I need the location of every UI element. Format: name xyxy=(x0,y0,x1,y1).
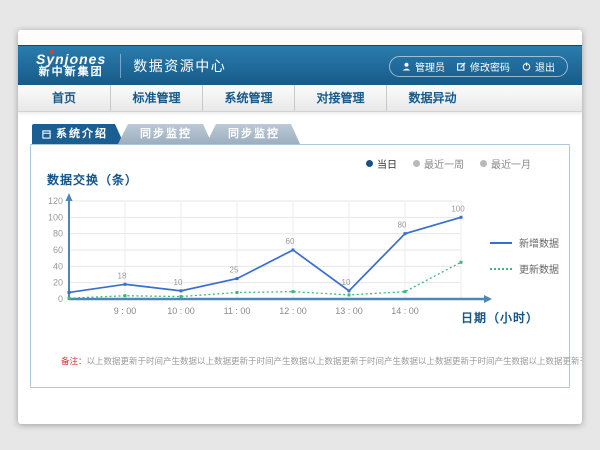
app-window: Synjones 新中新集团 数据资源中心 管理员 修改密码 退出 首页标准管理… xyxy=(18,30,582,424)
current-user-label: 管理员 xyxy=(415,59,445,74)
change-password-button[interactable]: 修改密码 xyxy=(457,59,510,74)
app-header: Synjones 新中新集团 数据资源中心 管理员 修改密码 退出 xyxy=(18,45,582,85)
legend-line-sample xyxy=(490,268,512,270)
svg-text:100: 100 xyxy=(48,212,63,222)
svg-text:12 : 00: 12 : 00 xyxy=(279,306,307,316)
svg-text:10 : 00: 10 : 00 xyxy=(167,306,195,316)
tab-2[interactable]: 同步监控 xyxy=(206,124,300,144)
footnote-label: 备注： xyxy=(61,356,87,366)
svg-text:0: 0 xyxy=(58,294,63,304)
logo-text-cn: 新中新集团 xyxy=(36,67,106,79)
logout-label: 退出 xyxy=(535,59,555,74)
filter-当日[interactable]: 当日 xyxy=(366,156,397,171)
legend-label: 更新数据 xyxy=(519,261,559,276)
tab-label: 系统介绍 xyxy=(56,124,108,144)
svg-text:25: 25 xyxy=(230,266,239,275)
nav-item-对接管理[interactable]: 对接管理 xyxy=(294,85,386,111)
svg-text:11 : 00: 11 : 00 xyxy=(224,306,251,316)
company-logo: Synjones 新中新集团 xyxy=(36,52,106,78)
svg-text:9 : 00: 9 : 00 xyxy=(114,306,137,316)
legend-entry-新增数据: 新增数据 xyxy=(490,235,559,250)
svg-text:20: 20 xyxy=(53,278,63,288)
svg-text:14 : 00: 14 : 00 xyxy=(391,306,419,316)
user-icon xyxy=(402,62,411,71)
date-range-filters: 当日 最近一周 最近一月 xyxy=(366,156,531,171)
logo-text-en: Synjones xyxy=(36,52,106,67)
svg-text:10: 10 xyxy=(342,278,351,287)
footnote: 备注：以上数据更新于时间产生数据以上数据更新于时间产生数据以上数据更新于时间产生… xyxy=(61,355,553,367)
current-user[interactable]: 管理员 xyxy=(402,59,445,74)
radio-dot-icon xyxy=(413,160,420,167)
tab-0[interactable]: 系统介绍 xyxy=(32,124,124,144)
filter-label: 当日 xyxy=(377,156,397,171)
svg-text:80: 80 xyxy=(398,221,407,230)
svg-text:80: 80 xyxy=(53,229,63,239)
svg-text:60: 60 xyxy=(286,237,295,246)
legend-label: 新增数据 xyxy=(519,235,559,250)
tab-1[interactable]: 同步监控 xyxy=(118,124,212,144)
svg-text:18: 18 xyxy=(118,271,127,280)
filter-label: 最近一周 xyxy=(424,156,464,171)
chart-x-axis-title: 日期（小时） xyxy=(461,309,539,326)
footnote-text: 以上数据更新于时间产生数据以上数据更新于时间产生数据以上数据更新于时间产生数据以… xyxy=(87,356,582,366)
nav-item-标准管理[interactable]: 标准管理 xyxy=(110,85,202,111)
chart-legend: 新增数据更新数据 xyxy=(490,235,559,276)
change-password-label: 修改密码 xyxy=(470,59,510,74)
edit-icon xyxy=(457,62,466,71)
main-nav: 首页标准管理系统管理对接管理数据异动 xyxy=(18,85,582,112)
filter-最近一周[interactable]: 最近一周 xyxy=(413,156,464,171)
user-toolbar: 管理员 修改密码 退出 xyxy=(389,56,568,77)
top-strip xyxy=(18,30,582,45)
legend-entry-更新数据: 更新数据 xyxy=(490,261,559,276)
svg-text:10: 10 xyxy=(174,278,183,287)
svg-text:13 : 00: 13 : 00 xyxy=(335,306,363,316)
radio-dot-icon xyxy=(480,160,487,167)
svg-text:100: 100 xyxy=(451,204,465,213)
legend-line-sample xyxy=(490,242,512,244)
power-icon xyxy=(522,62,531,71)
tab-label: 同步监控 xyxy=(140,128,192,140)
nav-item-系统管理[interactable]: 系统管理 xyxy=(202,85,294,111)
content-panel: 当日 最近一周 最近一月 数据交换（条） 0 20 40 60 80 100 120 9 : 00… xyxy=(30,144,570,388)
logout-button[interactable]: 退出 xyxy=(522,59,555,74)
nav-item-首页[interactable]: 首页 xyxy=(18,85,110,111)
chart-y-axis-title: 数据交换（条） xyxy=(47,171,138,188)
line-chart: 0 20 40 60 80 100 120 9 : 00 10 : 00 11 : 00 12 : … xyxy=(39,187,519,339)
nav-item-数据异动[interactable]: 数据异动 xyxy=(386,85,478,111)
filter-label: 最近一月 xyxy=(491,156,531,171)
tab-bar: 系统介绍 同步监控 同步监控 xyxy=(32,124,582,144)
document-icon xyxy=(42,130,51,139)
filter-最近一月[interactable]: 最近一月 xyxy=(480,156,531,171)
svg-text:120: 120 xyxy=(48,196,63,206)
tab-label: 同步监控 xyxy=(228,128,280,140)
svg-text:40: 40 xyxy=(53,261,63,271)
radio-dot-icon xyxy=(366,160,373,167)
app-title: 数据资源中心 xyxy=(133,56,226,76)
svg-text:60: 60 xyxy=(53,245,63,255)
header-divider xyxy=(120,54,121,78)
